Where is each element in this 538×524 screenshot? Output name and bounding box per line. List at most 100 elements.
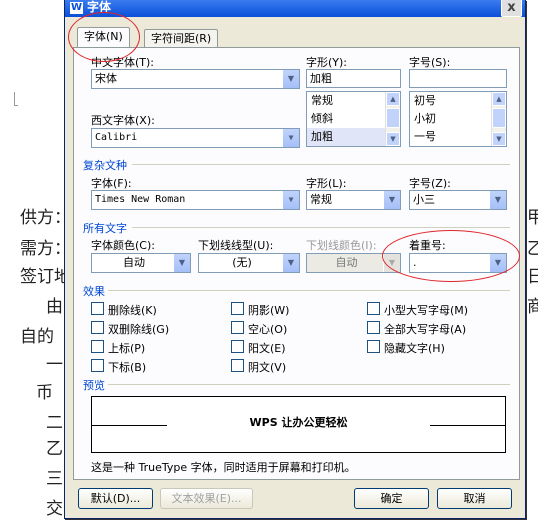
checkbox-box[interactable] [367,321,380,334]
size-input[interactable] [409,69,507,88]
doc-text: 商 [527,297,538,317]
complex-font-label: 字体(F): [91,177,132,190]
font-color-label: 字体颜色(C): [91,239,155,252]
checkbox-box[interactable] [91,359,104,372]
checkbox-box[interactable] [91,321,104,334]
checkbox-label: 上标(P) [108,342,146,355]
checkbox-label: 空心(O) [248,323,288,336]
font-color-select[interactable]: 自动 ▼ [91,253,191,273]
underline-color-value: 自动 [335,256,358,269]
font-color-value: 自动 [123,256,145,269]
annotation-circle [68,12,140,62]
chevron-down-icon[interactable]: ▼ [282,70,299,88]
underline-style-label: 下划线线型(U): [198,239,274,252]
preview-section: 预览 [83,379,105,392]
doc-text: 币 [36,383,53,403]
checkbox-box[interactable] [367,340,380,353]
scroll-down-icon[interactable]: ▼ [492,132,506,146]
scrollbar[interactable]: ▲ ▼ [491,92,506,146]
size-list[interactable]: 初号 小初 一号 ▲ ▼ [409,91,507,147]
western-font-select[interactable]: Calibri ▼ [91,128,300,148]
doc-text: 乙 [527,239,538,259]
scroll-thumb[interactable] [386,108,400,128]
preview-sample-text: WPS 让办公更轻松 [249,416,348,429]
tab-character-spacing[interactable]: 字符间距(R) [144,29,219,49]
chevron-down-icon[interactable]: ▼ [282,129,299,147]
style-list[interactable]: 常规 倾斜 加粗 ▲ ▼ [306,91,401,147]
preview-box: WPS 让办公更轻松 [91,396,506,453]
doc-text: 由 [46,297,63,317]
doc-text: 日 [527,267,538,287]
underline-color-label: 下划线颜色(I): [306,239,377,252]
doc-text: 交 [46,499,63,519]
complex-script-section: 复杂文种 [83,159,127,172]
chinese-font-value: 宋体 [95,72,117,85]
checkbox-box[interactable] [231,340,244,353]
scroll-thumb[interactable] [492,108,506,128]
scrollbar[interactable]: ▲ ▼ [385,92,400,146]
scroll-up-icon[interactable]: ▲ [492,92,506,106]
default-button[interactable]: 默认(D)... [78,488,153,509]
scroll-down-icon[interactable]: ▼ [386,132,400,146]
cancel-button[interactable]: 取消 [437,488,512,509]
divider [132,164,510,165]
checkbox-box[interactable] [231,302,244,315]
title-bar: W 字体 x [65,0,525,17]
complex-style-select[interactable]: 常规 ▼ [306,190,401,210]
checkbox-label: 隐藏文字(H) [384,342,445,355]
preview-description: 这是一种 TrueType 字体，同时适用于屏幕和打印机。 [91,461,356,474]
doc-text: 三 [46,469,63,489]
chevron-down-icon[interactable]: ▼ [173,254,190,272]
effects-section: 效果 [83,285,105,298]
complex-font-value: Times New Roman [95,194,186,205]
complex-size-label: 字号(Z): [409,177,451,190]
ok-button[interactable]: 确定 [354,488,429,509]
text-effects-button: 文本效果(E)... [160,488,253,509]
doc-text: 自的 [20,327,54,347]
doc-text: 乙 [46,439,63,459]
western-font-value: Calibri [95,132,138,143]
margin-mark [14,92,18,106]
style-input[interactable]: 加粗 [306,69,401,88]
checkbox-box[interactable] [91,302,104,315]
chevron-down-icon[interactable]: ▼ [282,254,299,272]
checkbox-box[interactable] [231,359,244,372]
doc-text: 甲 [527,208,538,228]
preview-baseline-right [430,425,505,426]
chinese-font-select[interactable]: 宋体 ▼ [91,69,300,89]
checkbox-label: 删除线(K) [108,304,157,317]
chevron-down-icon[interactable]: ▼ [282,191,299,209]
chevron-down-icon[interactable]: ▼ [383,191,400,209]
checkbox-label: 小型大写字母(M) [384,304,469,317]
doc-text: 一 [46,355,63,375]
doc-text: 二 [46,413,63,433]
divider [132,227,510,228]
complex-size-select[interactable]: 小三 ▼ [409,190,507,210]
checkbox-label: 阴文(V) [248,361,287,374]
annotation-circle [382,230,520,282]
underline-style-select[interactable]: (无) ▼ [198,253,300,273]
divider [108,384,510,385]
checkbox-label: 阳文(E) [248,342,286,355]
western-font-label: 西文字体(X): [91,114,155,127]
all-text-section: 所有文字 [83,222,127,235]
checkbox-label: 双删除线(G) [108,323,170,336]
chevron-down-icon[interactable]: ▼ [489,191,506,209]
scroll-up-icon[interactable]: ▲ [386,92,400,106]
checkbox-label: 下标(B) [108,361,147,374]
complex-font-select[interactable]: Times New Roman ▼ [91,190,300,210]
underline-style-value: (无) [232,256,252,269]
complex-size-value: 小三 [413,193,435,206]
divider [108,290,510,291]
size-label: 字号(S): [409,56,451,69]
checkbox-label: 全部大写字母(A) [384,323,467,336]
checkbox-box[interactable] [91,340,104,353]
checkbox-box[interactable] [367,302,380,315]
wps-writer-icon: W [70,2,83,14]
complex-style-label: 字形(L): [306,177,347,190]
close-button[interactable]: x [501,0,522,17]
checkbox-box[interactable] [231,321,244,334]
complex-style-value: 常规 [310,193,332,206]
style-label: 字形(Y): [306,56,348,69]
checkbox-label: 阴影(W) [248,304,290,317]
